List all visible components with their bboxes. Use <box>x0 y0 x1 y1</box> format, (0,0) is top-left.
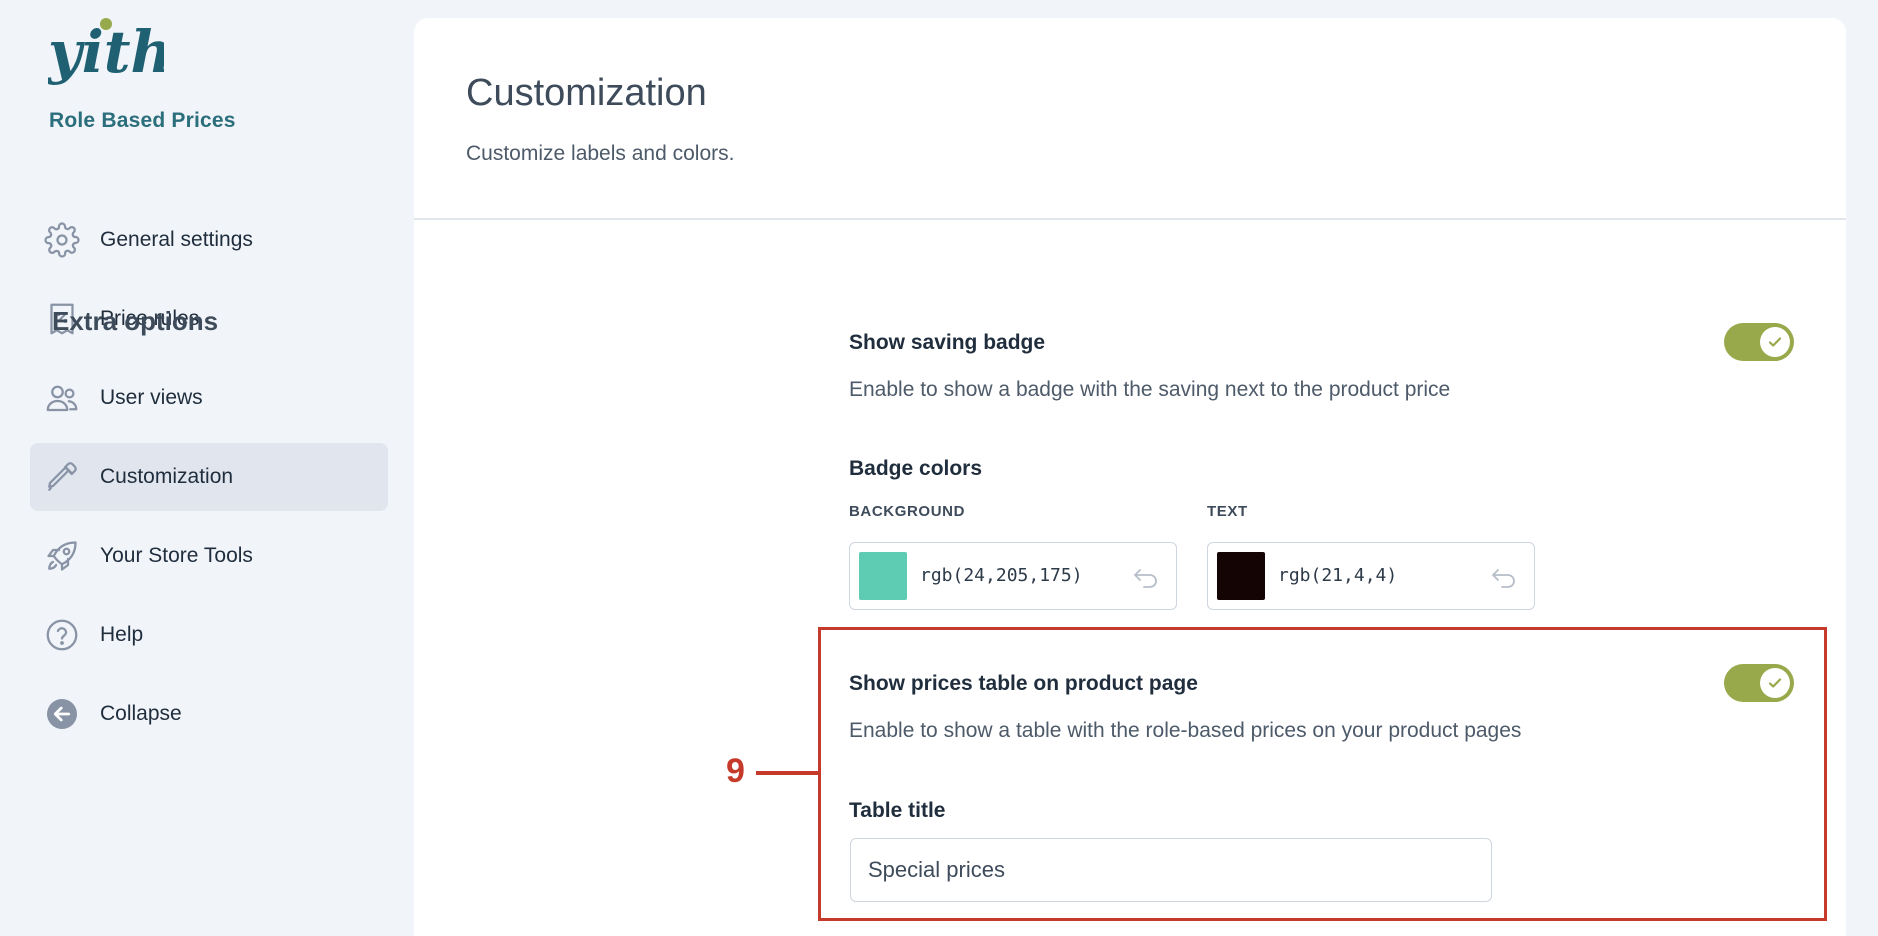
arrow-left-circle-icon <box>44 696 80 732</box>
saving-badge-description: Enable to show a badge with the saving n… <box>849 378 1451 401</box>
panel-header: Customization Customize labels and color… <box>414 18 1846 220</box>
sidebar-item-label: Your Store Tools <box>100 544 253 567</box>
eyedropper-icon <box>44 459 80 495</box>
sidebar-item-customization[interactable]: Customization <box>30 443 388 511</box>
undo-icon[interactable] <box>1132 565 1160 589</box>
background-color-label: BACKGROUND <box>849 503 965 520</box>
users-icon <box>44 380 80 416</box>
toggle-knob <box>1760 327 1790 357</box>
page-subtitle: Customize labels and colors. <box>466 142 735 165</box>
sidebar-item-label: User views <box>100 386 203 409</box>
sidebar-item-general-settings[interactable]: General settings <box>30 206 388 274</box>
sidebar-nav: General settings Price rules User views … <box>30 206 388 759</box>
annotation-number: 9 <box>726 752 745 790</box>
question-circle-icon <box>44 617 80 653</box>
text-color-picker[interactable]: rgb(21,4,4) <box>1207 542 1535 610</box>
undo-icon[interactable] <box>1490 565 1518 589</box>
section-title: Extra options <box>52 306 219 336</box>
saving-badge-toggle[interactable] <box>1724 323 1794 361</box>
rocket-icon <box>44 538 80 574</box>
sidebar-item-your-store-tools[interactable]: Your Store Tools <box>30 522 388 590</box>
sidebar-item-label: General settings <box>100 228 253 251</box>
annotation-highlight-box <box>818 627 1827 921</box>
plugin-name: Role Based Prices <box>49 109 236 132</box>
sidebar-item-collapse[interactable]: Collapse <box>30 680 388 748</box>
badge-colors-title: Badge colors <box>849 457 983 480</box>
sidebar-item-help[interactable]: Help <box>30 601 388 669</box>
saving-badge-title: Show saving badge <box>849 331 1046 354</box>
yith-logo: yith <box>48 18 164 86</box>
text-color-value: rgb(21,4,4) <box>1278 565 1398 586</box>
gear-icon <box>44 222 80 258</box>
sidebar-item-label: Collapse <box>100 702 182 725</box>
text-color-label: TEXT <box>1207 503 1248 520</box>
text-color-swatch[interactable] <box>1217 552 1265 600</box>
background-color-picker[interactable]: rgb(24,205,175) <box>849 542 1177 610</box>
annotation-callout-line <box>756 771 818 775</box>
background-color-swatch[interactable] <box>859 552 907 600</box>
check-icon <box>1768 337 1782 347</box>
sidebar-item-label: Help <box>100 623 144 646</box>
sidebar-item-label: Customization <box>100 465 234 488</box>
sidebar: yith Role Based Prices General settings <box>0 0 400 936</box>
background-color-value: rgb(24,205,175) <box>920 565 1083 586</box>
sidebar-item-user-views[interactable]: User views <box>30 364 388 432</box>
page-title: Customization <box>466 72 707 114</box>
